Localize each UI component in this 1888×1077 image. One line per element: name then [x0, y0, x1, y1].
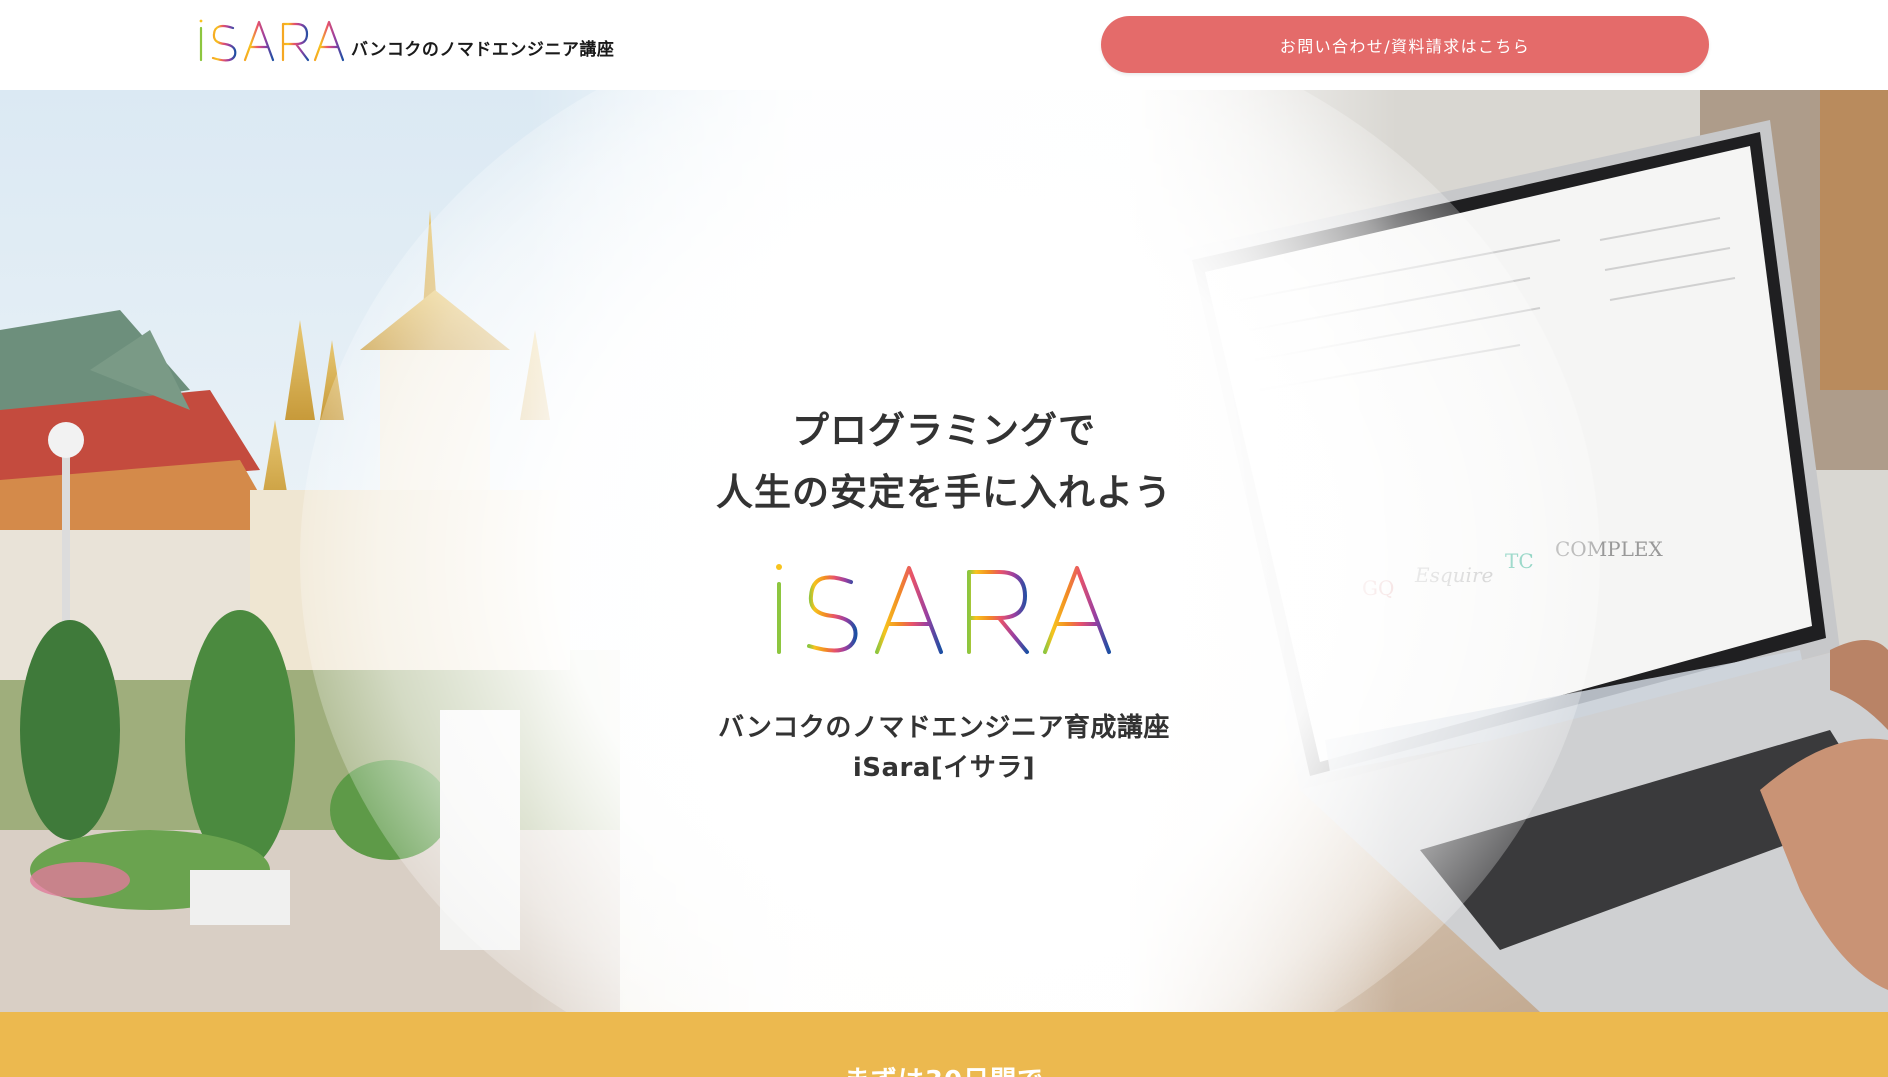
- hero-subtitle-line-1: バンコクのノマドエンジニア育成講座: [718, 713, 1170, 743]
- hero-headline: プログラミングで 人生の安定を手に入れよう: [0, 400, 1888, 524]
- cta-band: まずは30日間で: [0, 1012, 1888, 1077]
- site-logo[interactable]: バンコクのノマドエンジニア講座: [197, 16, 614, 64]
- site-header: バンコクのノマドエンジニア講座 お問い合わせ/資料請求はこちら: [0, 0, 1888, 90]
- contact-request-button[interactable]: お問い合わせ/資料請求はこちら: [1101, 16, 1709, 73]
- hero-subtitle-line-2: iSara[イサラ]: [852, 753, 1036, 783]
- hero-section: GQ Esquire TC COMPLEX: [0, 90, 1888, 1012]
- hero-headline-line-2: 人生の安定を手に入れよう: [716, 471, 1172, 514]
- cta-band-text: まずは30日間で: [0, 1060, 1888, 1077]
- hero-headline-line-1: プログラミングで: [792, 409, 1096, 452]
- isara-logo-icon: [776, 564, 1111, 654]
- hero-copy: プログラミングで 人生の安定を手に入れよう バンコクのノマドエンジニア育成講座 …: [0, 400, 1888, 788]
- logo-tagline: バンコクのノマドエンジニア講座: [351, 40, 615, 60]
- isara-logo-icon: [199, 19, 345, 62]
- hero-subtitle: バンコクのノマドエンジニア育成講座 iSara[イサラ]: [0, 708, 1888, 788]
